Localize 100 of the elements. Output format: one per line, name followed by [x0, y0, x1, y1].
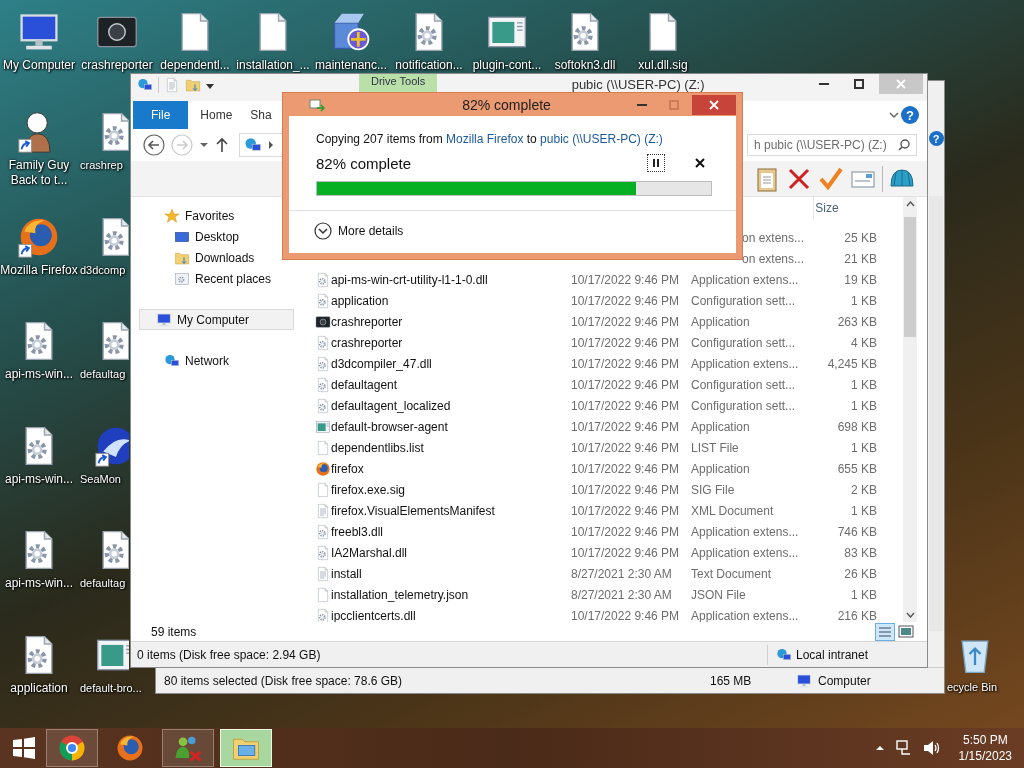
app-icon: [315, 313, 331, 330]
copy-message: Copying 207 items from Mozilla Firefox to pubic (\\USER-PC) (Z:): [316, 132, 663, 146]
file-size: 1 KB: [850, 587, 877, 602]
desktop-icon-label: crashrep: [79, 158, 123, 173]
copy-icon: [309, 97, 325, 112]
thumbnail-view-button[interactable]: [897, 622, 915, 641]
file-size: 655 KB: [836, 461, 877, 476]
file-date: 10/17/2022 9:46 PM: [571, 377, 681, 392]
clipboard-icon[interactable]: [754, 165, 780, 192]
desktop-icon-label: d3dcomp: [79, 262, 126, 278]
desktop-icon-label: softokn3.dll: [554, 58, 616, 73]
file-name[interactable]: IA2Marshal.dll: [331, 545, 571, 560]
file-type: Text Document: [691, 566, 773, 581]
file-name[interactable]: install: [331, 566, 571, 581]
scrollbar[interactable]: [929, 196, 943, 631]
clock-date[interactable]: 1/15/2023: [958, 748, 1012, 764]
file-name[interactable]: firefox: [331, 461, 571, 476]
clock-time[interactable]: 5:50 PM: [962, 732, 1008, 748]
file-date: 10/17/2022 9:46 PM: [571, 503, 681, 518]
file-name[interactable]: api-ms-win-crt-utility-l1-1-0.dll: [331, 272, 571, 287]
nav-item[interactable]: My Computer: [139, 309, 294, 330]
network-icon[interactable]: [894, 740, 913, 756]
file-menu-tab[interactable]: File: [133, 101, 189, 129]
file-type: SIG File: [691, 482, 736, 497]
recent-places-icon: [174, 270, 190, 287]
gear-file-icon: [315, 334, 331, 351]
help-button[interactable]: ?: [901, 106, 919, 124]
gear-file-icon: [315, 523, 331, 540]
caret-icon[interactable]: [206, 82, 214, 90]
file-name[interactable]: crashreporter: [331, 314, 571, 329]
source-link[interactable]: Mozilla Firefox: [446, 132, 524, 146]
file-date: 10/17/2022 9:46 PM: [571, 419, 681, 434]
desktop-icon-label: dependentl...: [160, 58, 230, 73]
nav-item[interactable]: Network: [139, 350, 294, 371]
desktop-icon-label: crashreporter: [81, 58, 153, 73]
maximize-icon: [669, 99, 679, 110]
desktop-icon-label: My Computer: [3, 58, 75, 73]
gear-file-icon: [315, 376, 331, 393]
column-header[interactable]: Size: [813, 197, 881, 219]
status-size: 165 MB: [710, 673, 753, 688]
minimize-icon: [637, 103, 647, 106]
progress-status: 82% complete: [316, 154, 412, 172]
browser-icon: [115, 733, 145, 763]
star-icon: [164, 207, 180, 224]
file-date: 10/17/2022 9:46 PM: [571, 314, 681, 329]
file-type: Application extens...: [691, 272, 800, 287]
scrollbar[interactable]: [903, 197, 917, 622]
file-name[interactable]: dependentlibs.list: [331, 440, 571, 455]
file-name[interactable]: firefox.exe.sig: [331, 482, 571, 497]
file-date: 8/27/2021 2:30 AM: [571, 587, 673, 602]
browser-icon: [57, 733, 87, 763]
file-size: 1 KB: [850, 377, 877, 392]
more-details-button[interactable]: More details: [314, 222, 404, 240]
checkmark-icon[interactable]: [818, 165, 844, 192]
show-hidden-icons-button[interactable]: [874, 744, 885, 752]
file-name[interactable]: default-browser-agent: [331, 419, 571, 434]
file-name[interactable]: freebl3.dll: [331, 524, 571, 539]
dialog-title: 82% complete: [461, 96, 552, 113]
file-name[interactable]: defaultagent: [331, 377, 571, 392]
chevron-icon[interactable]: [268, 141, 274, 149]
desktop-icon-label: installation_...: [236, 58, 310, 73]
caret-icon[interactable]: [199, 141, 209, 149]
file-name[interactable]: ipcclientcerts.dll: [331, 608, 571, 623]
close-button[interactable]: [692, 94, 736, 115]
details-view-button[interactable]: [875, 622, 895, 641]
expand-icon[interactable]: [889, 111, 899, 119]
file-name[interactable]: defaultagent_localized: [331, 398, 571, 413]
file-date: 10/17/2022 9:46 PM: [571, 482, 681, 497]
pause-button[interactable]: [647, 154, 665, 172]
scrollbar-thumb[interactable]: [904, 217, 916, 337]
ribbon-tab[interactable]: Sha: [242, 101, 280, 129]
help-button[interactable]: ?: [928, 131, 944, 146]
desktop-icon-label: application: [10, 680, 68, 696]
file-name[interactable]: installation_telemetry.json: [331, 587, 571, 602]
cancel-button[interactable]: [693, 156, 707, 170]
file-date: 10/17/2022 9:46 PM: [571, 524, 681, 539]
taskbar-app[interactable]: [220, 729, 272, 767]
file-name[interactable]: application: [331, 293, 571, 308]
file-name[interactable]: d3dcompiler_47.dll: [331, 356, 571, 371]
file-name[interactable]: crashreporter: [331, 335, 571, 350]
file-type: Configuration sett...: [691, 377, 797, 392]
gear-file-icon: [315, 397, 331, 414]
file-name[interactable]: firefox.VisualElementsManifest: [331, 503, 571, 518]
destination-link[interactable]: pubic (\\USER-PC) (Z:): [540, 132, 663, 146]
volume-icon[interactable]: [922, 740, 941, 756]
ribbon-tab[interactable]: Home: [192, 101, 241, 129]
file-size: 21 KB: [843, 251, 877, 266]
file-date: 8/27/2021 2:30 AM: [571, 566, 673, 581]
file-date: 10/17/2022 9:46 PM: [571, 440, 681, 455]
nav-item[interactable]: Recent places: [139, 268, 294, 289]
file-size: 26 KB: [843, 566, 877, 581]
start-button[interactable]: [12, 736, 36, 760]
search-field[interactable]: h pubic (\\USER-PC) (Z:): [747, 134, 917, 156]
back-button[interactable]: [143, 134, 165, 156]
desktop-icon-label: defaultag: [79, 367, 126, 382]
desktop-icon-label: Family Guy Back to t...: [7, 158, 71, 188]
globe-icon: [776, 646, 792, 663]
desktop-icon-label: Mozilla Firefox: [0, 262, 78, 278]
file-type: Application extens...: [691, 608, 800, 623]
up-arrow-icon[interactable]: [215, 137, 229, 153]
